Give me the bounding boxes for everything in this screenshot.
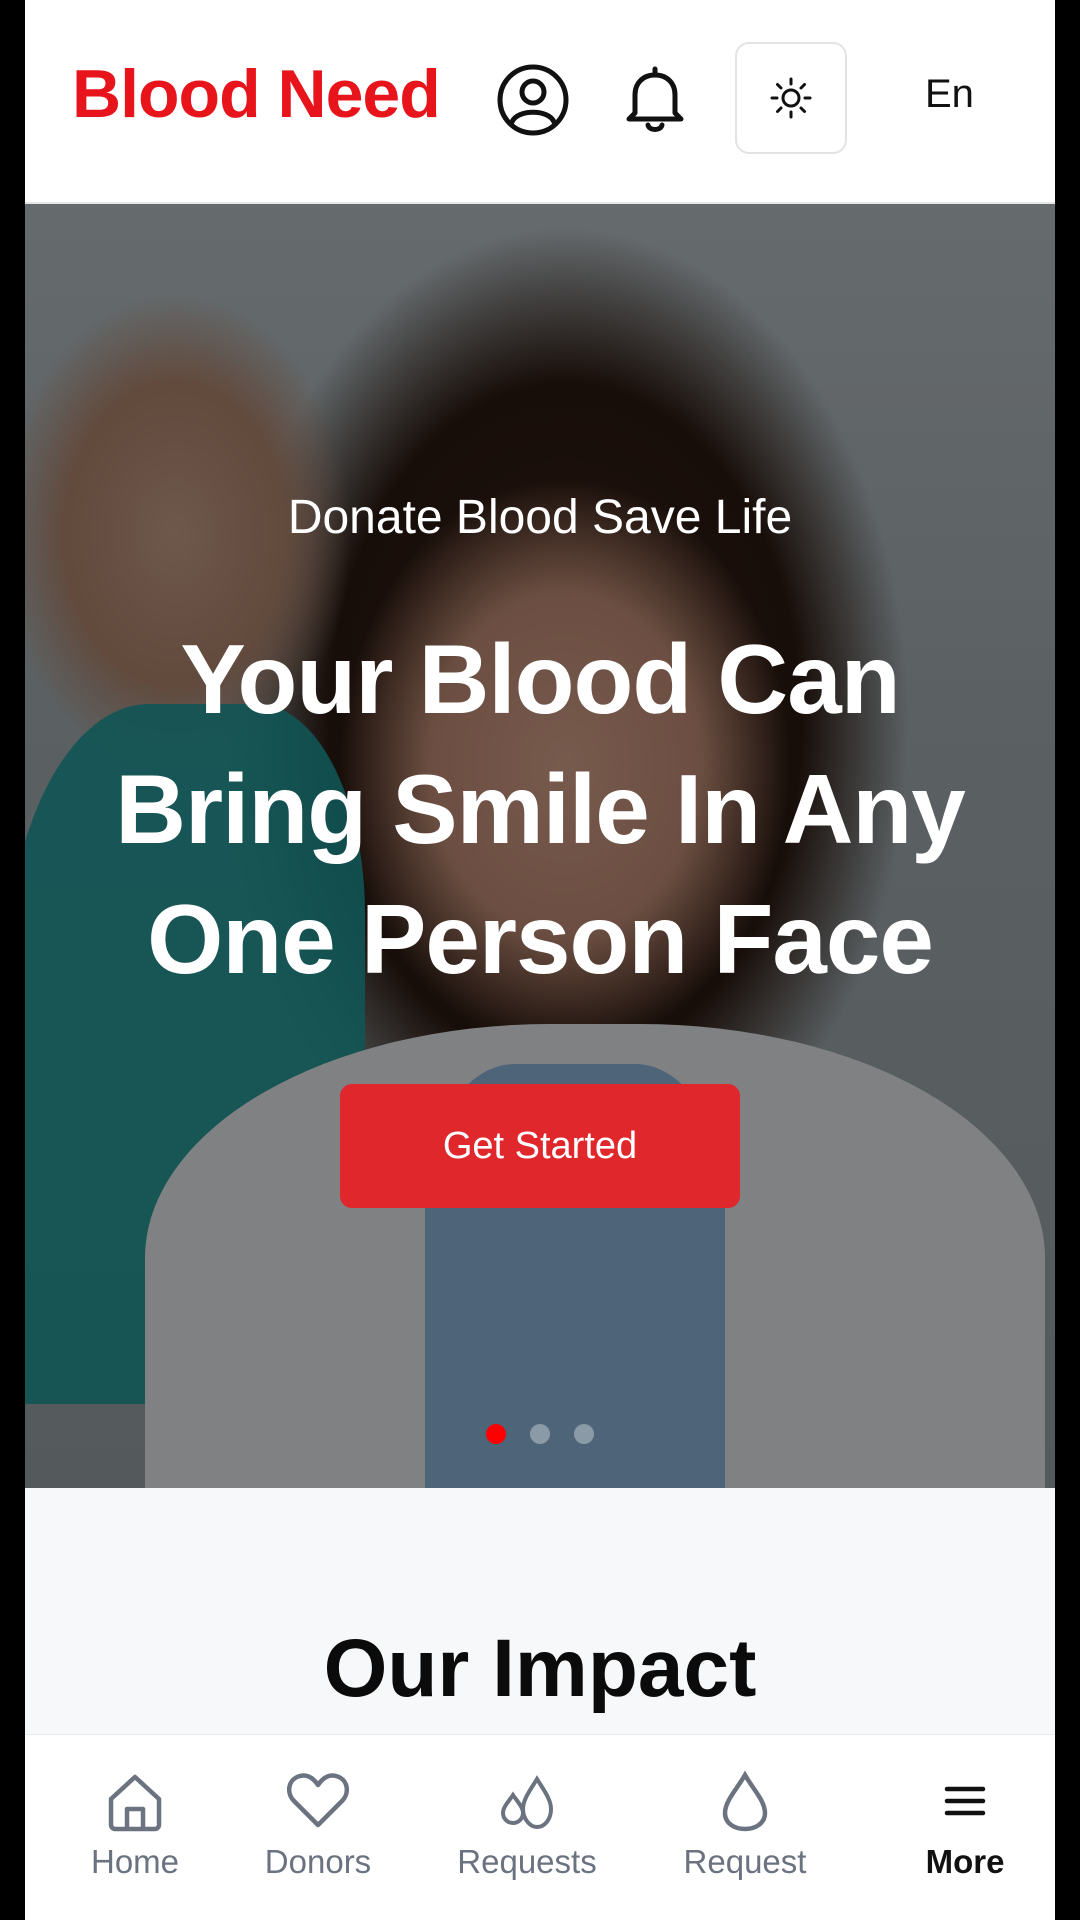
bell-icon[interactable] [617, 60, 693, 140]
carousel-dots [25, 1424, 1055, 1444]
nav-label-more: More [925, 1843, 1005, 1880]
drop-icon [717, 1765, 773, 1837]
nav-label-home: Home [90, 1843, 180, 1880]
language-selector[interactable]: En [925, 74, 974, 114]
carousel-dot-1[interactable] [486, 1424, 506, 1444]
drops-icon [495, 1765, 559, 1837]
hero-title: Your Blood Can Bring Smile In Any One Pe… [115, 624, 966, 994]
get-started-button[interactable]: Get Started [340, 1084, 740, 1208]
heart-icon [284, 1765, 352, 1837]
nav-label-requests: Requests [457, 1843, 597, 1880]
sun-icon [769, 76, 813, 120]
hero-subtitle: Donate Blood Save Life [287, 491, 793, 544]
nav-label-donors: Donors [264, 1843, 372, 1880]
carousel-dot-3[interactable] [574, 1424, 594, 1444]
nav-item-home[interactable]: Home [35, 1765, 235, 1878]
carousel-dot-2[interactable] [530, 1424, 550, 1444]
nav-item-request[interactable]: Request [645, 1765, 845, 1878]
impact-title: Our Impact [323, 1623, 757, 1714]
nav-item-more[interactable]: More [865, 1765, 1055, 1878]
nav-item-donors[interactable]: Donors [218, 1765, 418, 1878]
bottom-nav: Home Donors Requests Request More [25, 1734, 1055, 1920]
impact-section: Our Impact [25, 1488, 1055, 1738]
top-header: Blood Need En [25, 0, 1055, 204]
app-screen: Blood Need En Donate Blood Save Life You… [25, 0, 1055, 1920]
nav-label-request: Request [683, 1843, 807, 1880]
theme-toggle-button[interactable] [735, 42, 847, 154]
nav-item-requests[interactable]: Requests [427, 1765, 627, 1878]
menu-icon [941, 1765, 989, 1837]
brand-logo[interactable]: Blood Need [72, 60, 441, 128]
home-icon [103, 1765, 167, 1837]
user-circle-icon[interactable] [495, 62, 571, 138]
hero-banner: Donate Blood Save Life Your Blood Can Br… [25, 204, 1055, 1488]
